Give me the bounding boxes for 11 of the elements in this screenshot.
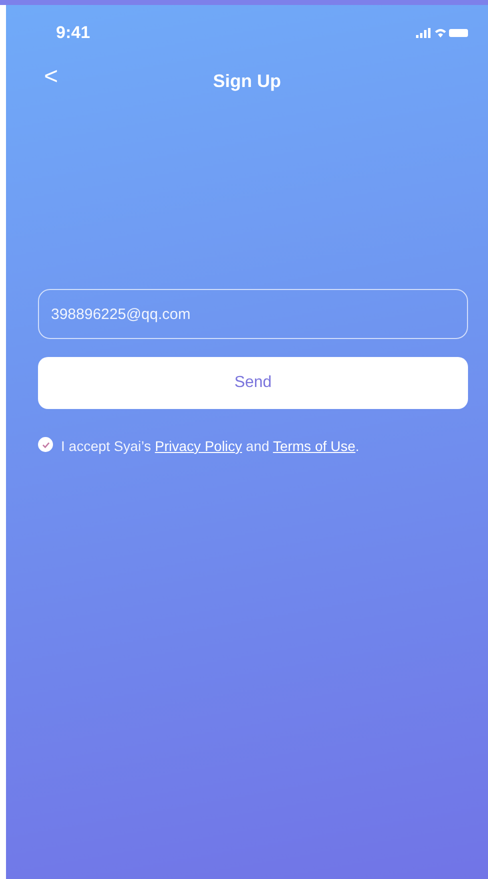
agreement-checkbox[interactable]	[38, 437, 53, 452]
policy-link[interactable]: Privacy Policy	[154, 438, 242, 454]
status-time: 9:41	[56, 23, 90, 43]
check-icon	[40, 440, 50, 450]
status-icons	[416, 27, 468, 39]
agreement-text: I accept Syai’s Privacy Policy and Terms of Use.	[61, 437, 360, 456]
back-button[interactable]: <	[38, 63, 64, 91]
policy-link[interactable]: Terms of Use	[272, 438, 356, 454]
email-field[interactable]: 398896225@qq.com	[38, 289, 468, 339]
send-button[interactable]: Send	[38, 357, 468, 409]
page-title: Sign Up	[213, 70, 281, 92]
